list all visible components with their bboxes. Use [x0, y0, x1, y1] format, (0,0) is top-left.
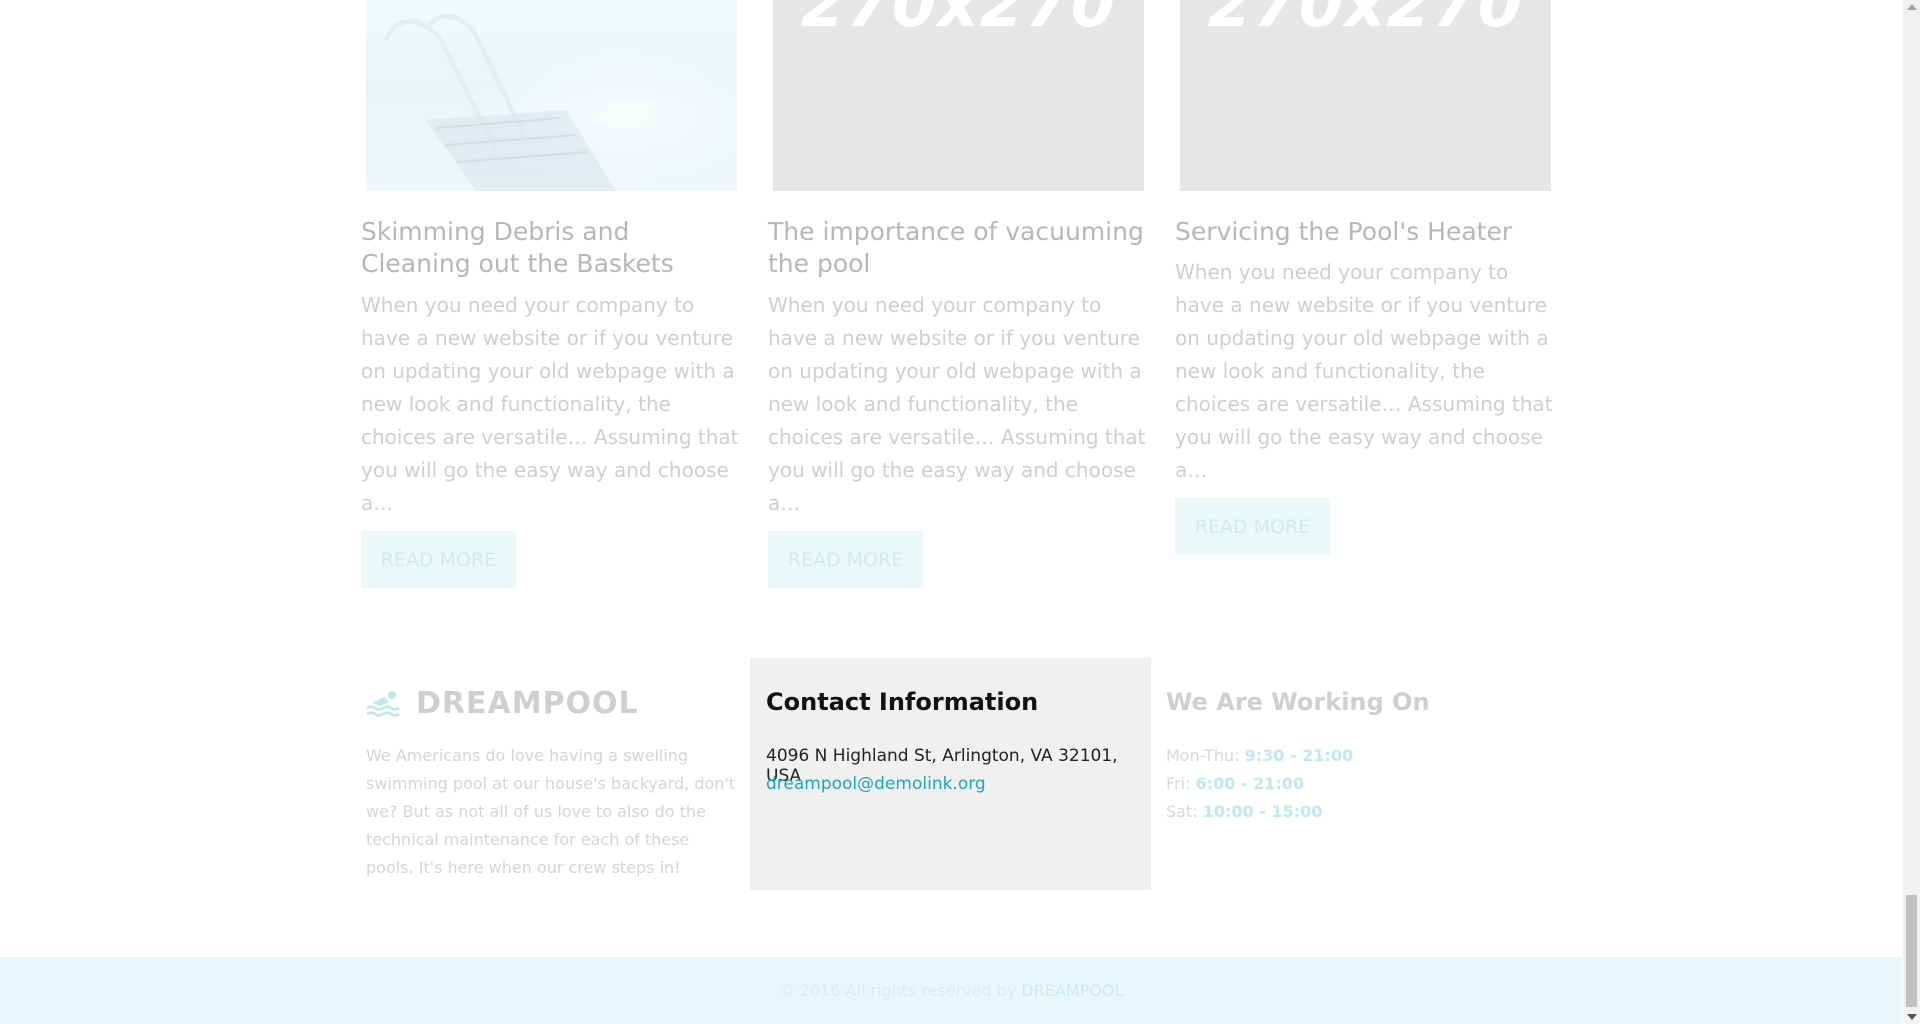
copyright-brand-link[interactable]: DREAMPOOL	[1021, 981, 1123, 1000]
post-title[interactable]: Servicing the Pool's Heater	[1175, 216, 1555, 248]
read-more-button[interactable]: READ MORE	[1175, 498, 1330, 555]
brand-name: DREAMPOOL	[416, 685, 639, 721]
vertical-scrollbar[interactable]	[1903, 0, 1920, 1024]
scroll-down-arrow-icon[interactable]	[1907, 1014, 1917, 1020]
post-image-placeholder[interactable]: 270x270	[773, 0, 1144, 191]
contact-email-link[interactable]: dreampool@demolink.org	[766, 774, 986, 794]
read-more-button[interactable]: READ MORE	[768, 531, 923, 588]
hours-day: Sat:	[1166, 802, 1198, 821]
about-text: We Americans do love having a swelling s…	[366, 746, 736, 877]
post-excerpt: When you need your company to have a new…	[1175, 260, 1553, 482]
pool-ladder-illustration	[366, 0, 737, 191]
working-hours-column: We Are Working On Mon-Thu: 9:30 - 21:00 …	[1166, 676, 1546, 826]
placeholder-size-text: 270x270	[800, 0, 1117, 42]
post-excerpt: When you need your company to have a new…	[361, 293, 739, 515]
scroll-up-arrow-icon[interactable]	[1907, 4, 1917, 10]
post-title[interactable]: Skimming Debris and Cleaning out the Bas…	[361, 216, 741, 280]
hours-day: Fri:	[1166, 774, 1191, 793]
hours-time: 9:30 - 21:00	[1244, 746, 1354, 765]
hours-time: 6:00 - 21:00	[1195, 774, 1305, 793]
swimmer-waves-icon	[366, 691, 400, 717]
hours-time: 10:00 - 15:00	[1202, 802, 1323, 821]
contact-info-box: Contact Information 4096 N Highland St, …	[750, 658, 1151, 890]
post-image-placeholder[interactable]: 270x270	[1180, 0, 1551, 191]
page: Skimming Debris and Cleaning out the Bas…	[0, 0, 1920, 1024]
post-title[interactable]: The importance of vacuuming the pool	[768, 216, 1148, 280]
contact-title: Contact Information	[766, 688, 1039, 716]
copyright-bar: © 2016 All rights reserved by DREAMPOOL	[0, 957, 1902, 1024]
hours-row: Mon-Thu: 9:30 - 21:00	[1166, 742, 1546, 770]
hours-row: Sat: 10:00 - 15:00	[1166, 798, 1546, 826]
footer-brand-column: DREAMPOOL We Americans do love having a …	[366, 676, 736, 882]
read-more-button[interactable]: READ MORE	[361, 531, 516, 588]
hours-row: Fri: 6:00 - 21:00	[1166, 770, 1546, 798]
hours-title: We Are Working On	[1166, 688, 1430, 716]
copyright-text: © 2016 All rights reserved by	[778, 981, 1017, 1000]
placeholder-size-text: 270x270	[1207, 0, 1524, 42]
footer-logo[interactable]: DREAMPOOL	[366, 676, 736, 730]
post-image[interactable]	[366, 0, 737, 191]
post-excerpt: When you need your company to have a new…	[768, 293, 1146, 515]
hours-list: Mon-Thu: 9:30 - 21:00 Fri: 6:00 - 21:00 …	[1166, 742, 1546, 826]
scroll-thumb[interactable]	[1906, 895, 1917, 1007]
hours-day: Mon-Thu:	[1166, 746, 1240, 765]
